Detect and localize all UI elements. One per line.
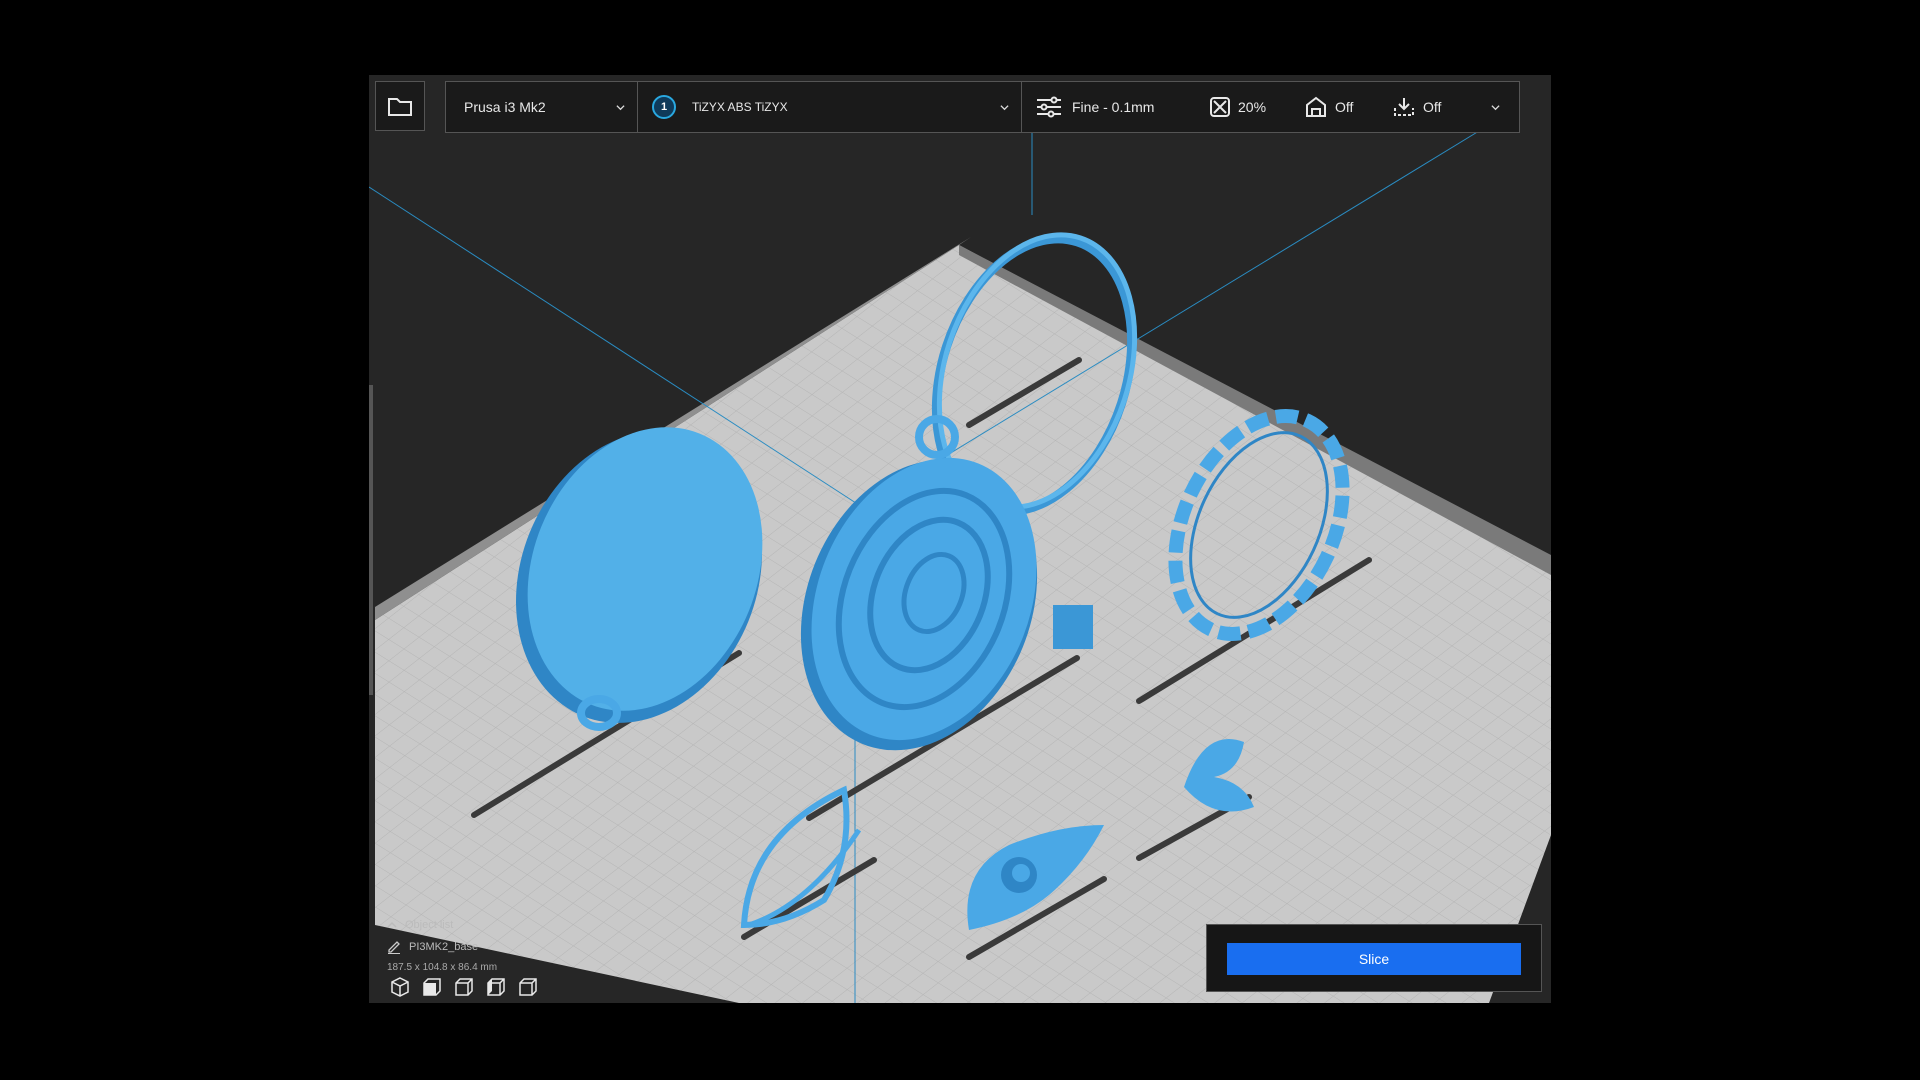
left-view-button[interactable] — [485, 976, 507, 998]
front-view-icon — [423, 978, 441, 996]
top-view-icon — [455, 978, 473, 996]
settings-bar: Prusa i3 Mk2 1 TiZYX ABS TiZYX Fine - 0.… — [445, 81, 1520, 133]
infill-icon — [1210, 97, 1230, 117]
view-orientation-bar — [389, 976, 539, 998]
support-label: Off — [1335, 99, 1354, 115]
sliders-icon — [1037, 96, 1061, 118]
object-dimensions: 187.5 x 104.8 x 86.4 mm — [387, 962, 498, 973]
object-name: PI3MK2_base — [409, 941, 479, 953]
top-view-button[interactable] — [453, 976, 475, 998]
chevron-down-icon — [616, 104, 625, 110]
printer-label: Prusa i3 Mk2 — [464, 99, 546, 115]
material-label: TiZYX ABS TiZYX — [692, 100, 788, 114]
chevron-up-icon — [387, 921, 397, 928]
front-view-button[interactable] — [421, 976, 443, 998]
adhesion-icon — [1394, 98, 1414, 116]
open-file-button[interactable] — [375, 81, 425, 131]
3d-view-button[interactable] — [389, 976, 411, 998]
3d-viewport[interactable] — [369, 75, 1551, 1003]
slice-button[interactable]: Slice — [1227, 943, 1521, 975]
profile-setting: Fine - 0.1mm — [1036, 96, 1210, 118]
pencil-icon — [388, 941, 400, 954]
object-name-row[interactable]: PI3MK2_base — [387, 936, 497, 958]
right-view-button[interactable] — [517, 976, 539, 998]
profile-label: Fine - 0.1mm — [1072, 99, 1155, 115]
infill-label: 20% — [1238, 99, 1267, 115]
object-list-panel: Object list PI3MK2_base 187.5 x 104.8 x … — [387, 914, 497, 973]
adhesion-label: Off — [1423, 99, 1442, 115]
print-settings-selector[interactable]: Fine - 0.1mm 20% Off Off — [1022, 82, 1519, 132]
sidebar-edge — [369, 385, 373, 695]
cura-window: Prusa i3 Mk2 1 TiZYX ABS TiZYX Fine - 0.… — [369, 75, 1551, 1003]
printer-selector[interactable]: Prusa i3 Mk2 — [446, 82, 638, 132]
chevron-down-icon — [1000, 104, 1009, 110]
right-view-icon — [519, 978, 537, 996]
object-list-header: Object list — [405, 919, 454, 931]
slice-panel: Slice — [1206, 924, 1542, 992]
support-icon — [1306, 96, 1326, 117]
material-selector[interactable]: 1 TiZYX ABS TiZYX — [638, 82, 1022, 132]
chevron-down-icon — [1491, 104, 1500, 110]
adhesion-setting: Off — [1393, 96, 1491, 118]
extruder-badge: 1 — [652, 95, 676, 119]
3d-view-icon — [391, 977, 409, 997]
left-view-icon — [487, 978, 505, 996]
infill-setting: 20% — [1210, 97, 1305, 117]
support-setting: Off — [1305, 96, 1393, 118]
top-toolbar: Prusa i3 Mk2 1 TiZYX ABS TiZYX Fine - 0.… — [375, 81, 1520, 133]
folder-icon — [388, 98, 412, 116]
object-list-toggle[interactable]: Object list — [387, 914, 497, 936]
